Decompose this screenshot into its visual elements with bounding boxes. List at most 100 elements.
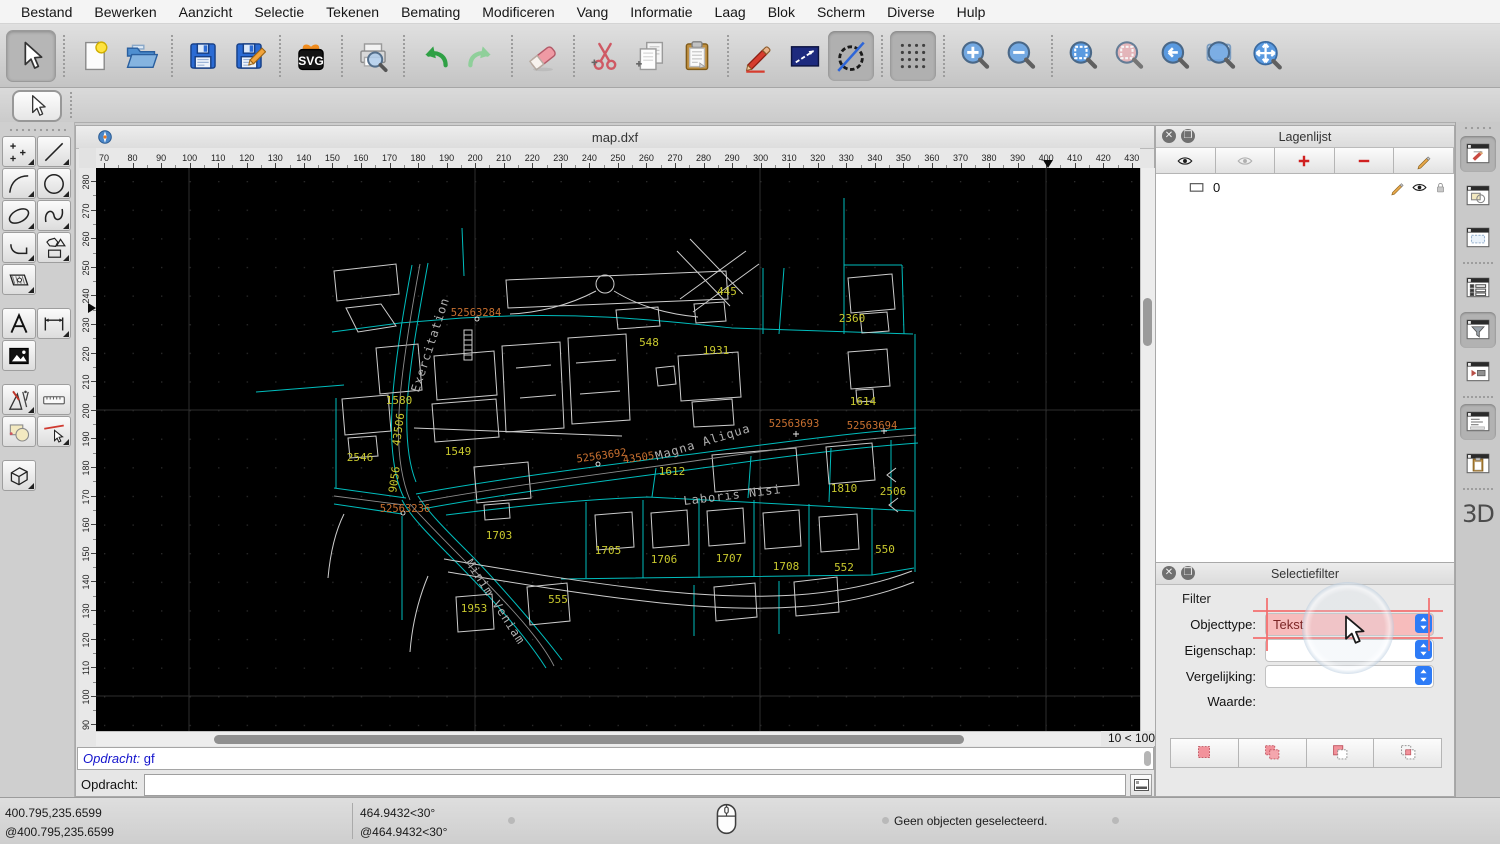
palette-image-tool-button[interactable]: [2, 340, 36, 371]
strip-drawing-settings-button[interactable]: [1460, 136, 1496, 172]
toolbar-copy-button[interactable]: [628, 31, 674, 81]
toolbar-redo-button[interactable]: [458, 31, 504, 81]
drawing-canvas[interactable]: 445 2360 548 1931 1614 1580 2546 1549 1612 1810 25…: [96, 168, 1140, 731]
menu-scherm[interactable]: Scherm: [806, 0, 876, 24]
toolbar-undo-button[interactable]: [412, 31, 458, 81]
vertical-scrollbar-thumb[interactable]: [1143, 298, 1152, 346]
palette-circle-tool-button[interactable]: [37, 168, 71, 199]
toolbar-zoom-previous-button[interactable]: [1152, 31, 1198, 81]
toolbar-pan-view-button[interactable]: [1244, 31, 1290, 81]
menu-vang[interactable]: Vang: [566, 0, 620, 24]
vertical-scrollbar[interactable]: [1140, 168, 1155, 731]
palette-drag-handle[interactable]: [8, 128, 66, 132]
menu-bestand[interactable]: Bestand: [10, 0, 83, 24]
menu-aanzicht[interactable]: Aanzicht: [168, 0, 244, 24]
menu-laag[interactable]: Laag: [704, 0, 757, 24]
toolbar-open-file-button[interactable]: [118, 31, 164, 81]
command-keypad-button[interactable]: [1130, 773, 1152, 796]
palette-spline-tool-button[interactable]: [37, 200, 71, 231]
dropdown-stepper-icon[interactable]: [1415, 666, 1432, 690]
filter-add-selection-button[interactable]: [1238, 739, 1307, 767]
filter-eigenschap-dropdown[interactable]: [1265, 638, 1434, 664]
palette-arc-tool-button[interactable]: [2, 168, 36, 199]
strip-command-monitor-button[interactable]: [1460, 404, 1496, 440]
toolbar-select-arrow-button[interactable]: [6, 29, 56, 82]
strip-selection-filter-pane-button[interactable]: [1460, 312, 1496, 348]
menu-modificeren[interactable]: Modificeren: [471, 0, 565, 24]
layers-add-layer-button[interactable]: [1275, 148, 1335, 173]
palette-boolean-tool-button[interactable]: [2, 416, 36, 447]
close-icon[interactable]: ✕: [1162, 129, 1176, 143]
palette-ellipse-tool-button[interactable]: [2, 200, 36, 231]
palette-text-tool-button[interactable]: [2, 308, 36, 339]
command-history-scrollbar[interactable]: [1144, 751, 1151, 766]
toolbar-zoom-extents-button[interactable]: [1060, 31, 1106, 81]
palette-ruler-tool-button[interactable]: [37, 384, 71, 415]
toolbar-draw-pencil-button[interactable]: [736, 31, 782, 81]
toolbar-separator: [403, 34, 405, 77]
toolbar-svg-export-button[interactable]: SVG: [288, 31, 334, 81]
document-title-bar[interactable]: map.dxf: [76, 126, 1154, 149]
dropdown-stepper-icon[interactable]: [1415, 640, 1432, 664]
palette-cube-3d-tool-button[interactable]: [2, 460, 36, 491]
menu-informatie[interactable]: Informatie: [619, 0, 703, 24]
palette-dimension-tool-button[interactable]: [37, 308, 71, 339]
toolbar-zoom-window-button[interactable]: [1198, 31, 1244, 81]
layers-hide-all-button[interactable]: [1215, 148, 1276, 173]
menu-bemating[interactable]: Bemating: [390, 0, 471, 24]
3d-mode-label[interactable]: 3D: [1456, 500, 1500, 528]
toolbar-circle-diameter-button[interactable]: [828, 30, 874, 81]
palette-drafting-tools-button[interactable]: [2, 384, 36, 415]
toolbar-eraser-button[interactable]: [520, 31, 566, 81]
menu-diverse[interactable]: Diverse: [876, 0, 945, 24]
palette-hatch-tool-button[interactable]: [2, 264, 36, 295]
toolbar-save-file-button[interactable]: [180, 31, 226, 81]
toolbar-new-file-button[interactable]: [72, 31, 118, 81]
close-icon[interactable]: ✕: [1162, 566, 1176, 580]
menu-tekenen[interactable]: Tekenen: [315, 0, 390, 24]
layer-lock-icon[interactable]: [1433, 180, 1448, 195]
current-tool-button[interactable]: [12, 90, 62, 122]
collapse-icon[interactable]: ❒: [1181, 129, 1195, 143]
palette-trim-tool-button[interactable]: [37, 416, 71, 447]
horizontal-scrollbar[interactable]: [96, 731, 1101, 746]
filter-new-selection-button[interactable]: [1171, 739, 1239, 767]
menu-selectie[interactable]: Selectie: [243, 0, 315, 24]
dropdown-stepper-icon[interactable]: [1415, 614, 1432, 638]
toolbar-print-preview-button[interactable]: [350, 31, 396, 81]
filter-subtract-selection-button[interactable]: [1306, 739, 1375, 767]
toolbar-dimension-style-button[interactable]: [782, 31, 828, 81]
palette-point-tool-button[interactable]: [2, 136, 36, 167]
strip-layer-list-pane-button[interactable]: [1460, 270, 1496, 306]
filter-intersect-selection-button[interactable]: [1374, 739, 1441, 767]
filter-objecttype-dropdown[interactable]: Tekst: [1265, 612, 1434, 638]
layers-edit-layer-button[interactable]: [1394, 148, 1454, 173]
strip-selection-pane-button[interactable]: [1460, 220, 1496, 256]
menu-bewerken[interactable]: Bewerken: [83, 0, 167, 24]
strip-drag-handle[interactable]: [1463, 126, 1493, 130]
collapse-icon[interactable]: ❒: [1181, 566, 1195, 580]
palette-line-tool-button[interactable]: [37, 136, 71, 167]
palette-polyline-tool-button[interactable]: [2, 232, 36, 263]
strip-clipboard-pane-button[interactable]: [1460, 446, 1496, 482]
palette-polygon-tool-button[interactable]: [37, 232, 71, 263]
toolbar-zoom-in-button[interactable]: [952, 31, 998, 81]
layer-visibility-icon[interactable]: [1411, 179, 1428, 196]
command-input[interactable]: [144, 773, 1126, 796]
menu-blok[interactable]: Blok: [757, 0, 806, 24]
horizontal-scrollbar-thumb[interactable]: [214, 735, 964, 744]
layer-row[interactable]: 0: [1156, 174, 1454, 198]
strip-views-pane-button[interactable]: [1460, 354, 1496, 390]
toolbar-grid-toggle-button[interactable]: [890, 30, 936, 81]
menu-hulp[interactable]: Hulp: [946, 0, 997, 24]
toolbar-save-as-button[interactable]: [226, 31, 272, 81]
toolbar-zoom-selection-button[interactable]: [1106, 31, 1152, 81]
layers-show-all-button[interactable]: [1156, 148, 1216, 173]
filter-vergelijking-dropdown[interactable]: [1265, 664, 1434, 690]
toolbar-paste-button[interactable]: [674, 31, 720, 81]
layers-remove-layer-button[interactable]: [1334, 148, 1395, 173]
strip-object-info-button[interactable]: [1460, 178, 1496, 214]
toolbar-zoom-out-button[interactable]: [998, 31, 1044, 81]
layer-edit-icon[interactable]: [1389, 179, 1406, 196]
toolbar-cut-button[interactable]: [582, 31, 628, 81]
